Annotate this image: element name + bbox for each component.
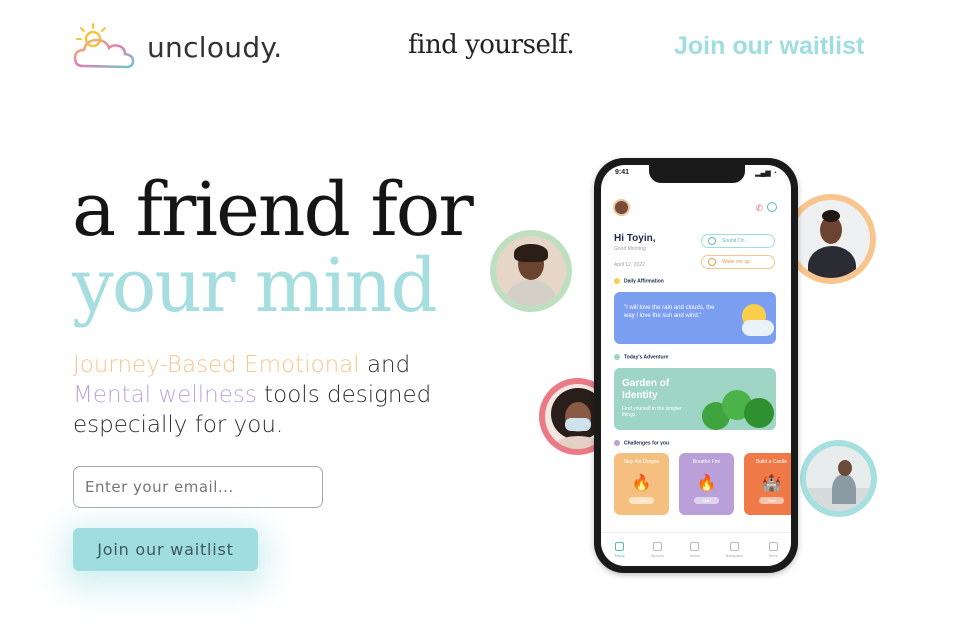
tree-icon (744, 398, 774, 428)
person-icon (614, 440, 620, 446)
tab-news-label: News (689, 552, 700, 558)
challenge-title: Build a Castle (756, 459, 787, 465)
castle-icon: 🏰 (761, 475, 782, 492)
challenge-start-button[interactable]: Start (759, 497, 784, 504)
hero-title-line1: a friend for (72, 167, 474, 253)
affirmation-card[interactable]: "I will love the rain and clouds, the wa… (614, 292, 776, 344)
greeting-date: April 12, 2022 (614, 262, 645, 268)
tab-today[interactable]: Today (613, 541, 625, 558)
tab-spaces-label: Spaces (650, 552, 664, 558)
challenge-start-button[interactable]: Start (629, 497, 654, 504)
avatar-bubble-woman-yoga (786, 194, 876, 284)
todays-adventure-label: Today's Adventure (624, 354, 669, 361)
cloud-icon (742, 320, 774, 336)
wake-me-up-button[interactable]: Wake me up (701, 255, 775, 269)
phone-tab-bar: Today Spaces News Backpack More (601, 532, 791, 566)
notification-icon[interactable] (767, 202, 777, 212)
news-icon (690, 541, 700, 551)
tagline: find yourself. (408, 30, 575, 60)
compass-icon (614, 354, 620, 360)
avatar-bubble-woman-sitting (800, 440, 877, 517)
subtitle-highlight-emotional: Journey-Based Emotional (73, 352, 360, 378)
hero-title: a friend for your mind (72, 167, 474, 329)
greeting-title: Hi Toyin, (614, 233, 656, 244)
daily-affirmation-label: Daily Affirmation (624, 278, 664, 285)
backpack-icon (729, 541, 739, 551)
logo[interactable]: uncloudy. (73, 22, 283, 72)
status-time: 9:41 (615, 169, 630, 176)
fire-icon: 🔥 (696, 475, 717, 492)
challenge-card[interactable]: Slay the Dragon 🔥 Start (614, 453, 669, 515)
status-signal-icon: ▂▄▆ ◔ (755, 170, 777, 177)
greeting-subtitle: Good Morning (614, 246, 646, 252)
tab-backpack-label: Backpack (725, 552, 743, 558)
todays-adventure-heading: Today's Adventure (614, 354, 668, 360)
phone-call-icon[interactable]: ✆ (755, 203, 763, 214)
avatar-bubble-man-beard (490, 230, 572, 312)
subtitle-highlight-mental: Mental wellness (73, 382, 257, 408)
sun-small-icon (614, 278, 620, 284)
sound-on-label: Sound On (722, 238, 745, 244)
play-icon (708, 237, 716, 245)
daily-affirmation-heading: Daily Affirmation (614, 278, 664, 284)
challenges-heading: Challenges for you (614, 440, 669, 446)
adventure-card[interactable]: Garden of Identity Find yourself in the … (614, 368, 776, 430)
adventure-subtitle: Find yourself in the simpler things (622, 406, 682, 418)
spaces-icon (652, 541, 662, 551)
affirmation-text: "I will love the rain and clouds, the wa… (624, 305, 715, 319)
alarm-icon (708, 258, 716, 266)
phone-screen: 9:41 ▂▄▆ ◔ ✆ Hi Toyin, Good Morning Apri… (601, 165, 791, 566)
adventure-title: Garden of Identity (622, 378, 670, 401)
subtitle-text-and: and (359, 352, 411, 378)
email-input[interactable] (73, 466, 323, 508)
home-icon (614, 541, 624, 551)
phone-mockup: 9:41 ▂▄▆ ◔ ✆ Hi Toyin, Good Morning Apri… (594, 158, 798, 573)
cloud-sun-logo-icon (73, 23, 135, 69)
challenge-start-button[interactable]: Start (694, 497, 719, 504)
challenge-card[interactable]: Breathe Fire 🔥 Start (679, 453, 734, 515)
tab-backpack[interactable]: Backpack (725, 541, 743, 558)
phone-notch (649, 165, 745, 183)
wake-me-up-label: Wake me up (722, 259, 750, 265)
logo-text: uncloudy. (147, 30, 283, 64)
challenges-label: Challenges for you (624, 440, 670, 447)
tab-more-label: More (768, 552, 779, 558)
challenge-title: Breathe Fire (692, 459, 721, 465)
hero-title-line2: your mind (72, 243, 438, 329)
tab-news[interactable]: News (689, 541, 700, 558)
tab-today-label: Today (613, 552, 625, 558)
challenge-card[interactable]: Build a Castle 🏰 Start (744, 453, 791, 515)
menu-icon (768, 541, 778, 551)
user-avatar[interactable] (613, 199, 630, 216)
tab-spaces[interactable]: Spaces (650, 541, 664, 558)
dragon-icon: 🔥 (631, 475, 652, 492)
challenge-title: Slay the Dragon (623, 459, 660, 465)
tab-more[interactable]: More (768, 541, 779, 558)
join-waitlist-button[interactable]: Join our waitlist (73, 528, 258, 571)
sound-on-button[interactable]: Sound On (701, 234, 775, 248)
nav-join-waitlist-link[interactable]: Join our waitlist (674, 32, 864, 61)
hero-subtitle: Journey-Based Emotional and Mental welln… (73, 350, 453, 440)
